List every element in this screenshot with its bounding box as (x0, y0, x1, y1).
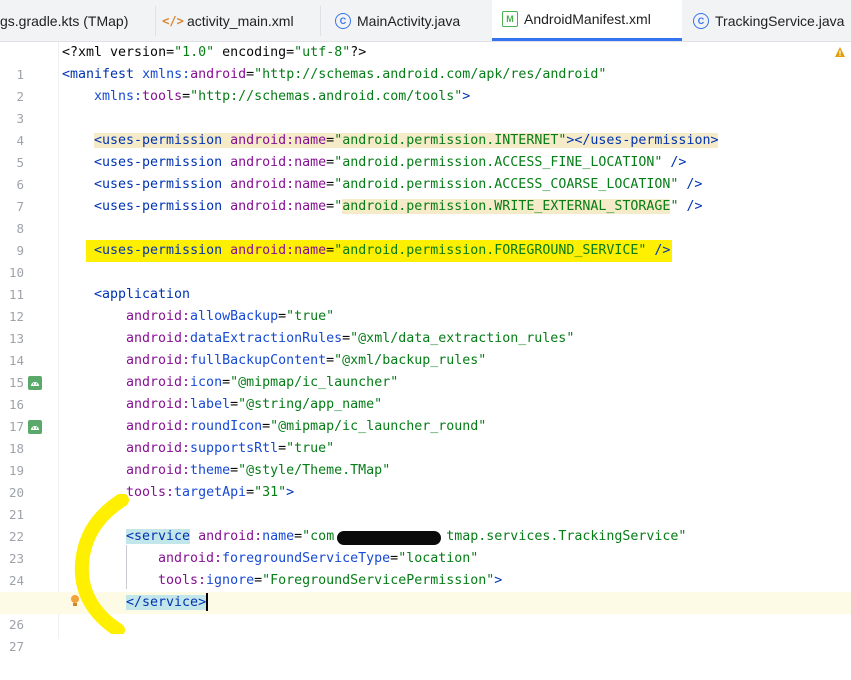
code-line[interactable]: 12 <application (0, 284, 851, 324)
indent-guide (126, 545, 127, 589)
code-line[interactable]: 25 tools:ignore="ForegroundServicePermis… (0, 570, 851, 610)
text-caret (206, 593, 209, 611)
xml-file-icon: </> (162, 13, 184, 28)
android-resource-icon[interactable] (28, 420, 42, 434)
code-line-current[interactable]: 26 </service> (0, 592, 851, 632)
tab-tracking-service-java[interactable]: C TrackingService.java (693, 0, 851, 41)
code-line[interactable]: 15 android:fullBackupContent="@xml/backu… (0, 350, 851, 390)
warning-icon[interactable] (833, 45, 847, 59)
tab-activity-main-xml[interactable]: </> activity_main.xml (162, 0, 315, 41)
code-editor[interactable]: 1 <?xml version="1.0" encoding="utf-8"?>… (0, 42, 851, 654)
code-line[interactable]: 18 android:roundIcon="@mipmap/ic_launche… (0, 416, 851, 456)
code-line[interactable]: 24 android:foregroundServiceType="locati… (0, 548, 851, 588)
code-line[interactable]: 6 <uses-permission android:name="android… (0, 152, 851, 192)
code-line[interactable]: 3 xmlns:tools="http://schemas.android.co… (0, 86, 851, 126)
code-line[interactable]: 16 android:icon="@mipmap/ic_launcher" (0, 372, 851, 412)
tab-label: MainActivity.java (357, 12, 461, 29)
tab-main-activity-java[interactable]: C MainActivity.java (335, 0, 485, 41)
code-line[interactable]: 20 android:theme="@style/Theme.TMap" (0, 460, 851, 500)
code-line[interactable]: 21 tools:targetApi="31"> (0, 482, 851, 522)
android-resource-icon[interactable] (28, 376, 42, 390)
code-line[interactable]: 19 android:supportsRtl="true" (0, 438, 851, 478)
code-line[interactable]: 5 <uses-permission android:name="android… (0, 130, 851, 170)
editor-tab-bar: gs.gradle.kts (TMap) </> activity_main.x… (0, 0, 851, 42)
tab-divider (155, 6, 156, 36)
java-class-icon: C (693, 12, 709, 29)
code-line[interactable]: 9 (0, 218, 851, 258)
code-line[interactable]: 2 <manifest xmlns:android="http://schema… (0, 64, 851, 104)
code-line[interactable]: 22 (0, 504, 851, 544)
code-line[interactable]: 11 (0, 262, 851, 302)
tab-label: TrackingService.java (715, 12, 845, 29)
tab-android-manifest-xml[interactable]: M AndroidManifest.xml (492, 0, 682, 41)
tab-label: gs.gradle.kts (TMap) (0, 12, 129, 29)
code-line[interactable]: 17 android:label="@string/app_name" (0, 394, 851, 434)
redaction-mark (337, 531, 441, 545)
code-line[interactable]: 7 <uses-permission android:name="android… (0, 174, 851, 214)
code-line[interactable]: 4 (0, 108, 851, 148)
tab-label: AndroidManifest.xml (524, 11, 651, 27)
tab-label: activity_main.xml (187, 12, 294, 29)
manifest-file-icon: M (502, 11, 518, 27)
tab-divider (320, 6, 321, 36)
tab-settings-gradle[interactable]: gs.gradle.kts (TMap) (0, 0, 154, 41)
code-line[interactable]: 8 <uses-permission android:name="android… (0, 196, 851, 236)
code-line[interactable]: 10 <uses-permission android:name="androi… (0, 240, 851, 280)
code-line[interactable]: 27 (0, 614, 851, 654)
code-line[interactable]: 1 <?xml version="1.0" encoding="utf-8"?> (0, 42, 851, 82)
java-class-icon: C (335, 12, 351, 29)
code-line[interactable]: 14 android:dataExtractionRules="@xml/dat… (0, 328, 851, 368)
line-number: 27 (8, 639, 24, 654)
lightbulb-icon[interactable] (70, 594, 80, 613)
code-line[interactable]: 13 android:allowBackup="true" (0, 306, 851, 346)
